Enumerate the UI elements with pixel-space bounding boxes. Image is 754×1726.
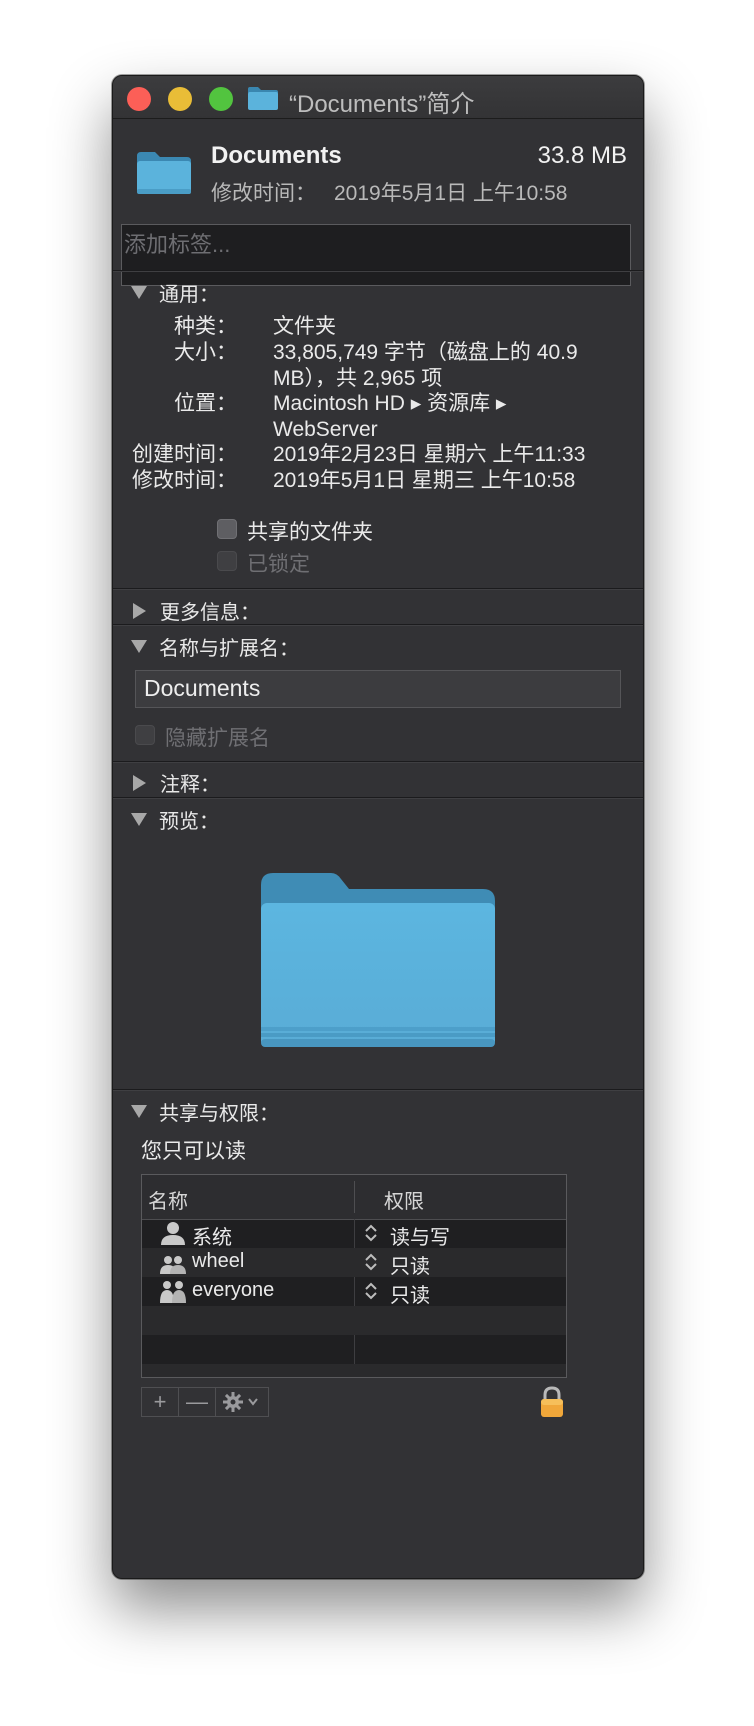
- hide-extension-checkbox: [135, 725, 155, 745]
- size-value-line1: 33,805,749 字节（磁盘上的 40.9: [273, 341, 578, 364]
- section-sharing-heading: 共享与权限：: [159, 1103, 279, 1125]
- remove-user-button[interactable]: —: [179, 1388, 216, 1416]
- modified-label: 修改时间：: [211, 182, 316, 205]
- lock-icon[interactable]: [539, 1386, 565, 1418]
- gear-icon: [223, 1392, 258, 1412]
- table-row[interactable]: wheel 只读: [142, 1248, 566, 1279]
- user-name: wheel: [192, 1250, 245, 1272]
- column-header-privilege[interactable]: 权限: [384, 1185, 424, 1214]
- modified-label: 修改时间：: [132, 469, 237, 492]
- privilege-value[interactable]: 只读: [390, 1279, 430, 1308]
- section-more-info-toggle[interactable]: 更多信息：: [131, 596, 260, 625]
- kind-value: 文件夹: [273, 315, 336, 338]
- modified-value: 2019年5月1日 星期三 上午10:58: [273, 469, 576, 492]
- section-preview-toggle[interactable]: 预览：: [131, 805, 219, 834]
- divider: [113, 270, 643, 271]
- group-icon: [160, 1256, 186, 1274]
- section-comments-toggle[interactable]: 注释：: [131, 768, 220, 797]
- info-window: “Documents”简介 Documents 33.8 MB 修改时间： 201…: [112, 75, 644, 1579]
- updown-chevron-icon[interactable]: [364, 1252, 378, 1272]
- section-preview-heading: 预览：: [159, 811, 219, 833]
- section-name-ext-toggle[interactable]: 名称与扩展名：: [131, 632, 299, 661]
- disclosure-down-icon[interactable]: [131, 286, 147, 299]
- section-general-toggle[interactable]: 通用：: [131, 278, 219, 307]
- shared-folder-label: 共享的文件夹: [247, 521, 373, 544]
- divider: [113, 761, 643, 762]
- column-header-name[interactable]: 名称: [148, 1185, 188, 1214]
- size-label: 大小：: [174, 341, 237, 364]
- table-row[interactable]: everyone 只读: [142, 1277, 566, 1308]
- where-label: 位置：: [174, 392, 237, 415]
- updown-chevron-icon[interactable]: [364, 1281, 378, 1301]
- user-name: everyone: [192, 1279, 275, 1301]
- file-size: 33.8 MB: [537, 142, 627, 169]
- add-user-button[interactable]: +: [142, 1388, 179, 1416]
- privilege-value[interactable]: 只读: [390, 1250, 430, 1279]
- created-value: 2019年2月23日 星期六 上午11:33: [273, 443, 586, 466]
- disclosure-right-icon[interactable]: [133, 774, 146, 791]
- table-row-empty: [142, 1335, 566, 1364]
- table-row[interactable]: 系统 读与写: [142, 1219, 566, 1250]
- permissions-toolbar: + —: [141, 1387, 269, 1417]
- locked-checkbox: [217, 551, 237, 571]
- title-bar[interactable]: “Documents”简介: [113, 76, 643, 119]
- locked-label: 已锁定: [247, 553, 310, 576]
- folder-preview-icon: [261, 873, 495, 1047]
- divider: [113, 588, 643, 589]
- folder-icon: [248, 87, 278, 110]
- file-name: Documents: [211, 142, 342, 169]
- disclosure-right-icon[interactable]: [133, 602, 146, 619]
- section-more-info-heading: 更多信息：: [160, 602, 260, 624]
- divider: [113, 1089, 643, 1090]
- divider: [113, 797, 643, 798]
- everyone-icon: [160, 1281, 186, 1303]
- action-menu-button[interactable]: [216, 1388, 268, 1416]
- privilege-value[interactable]: 读与写: [390, 1221, 450, 1250]
- zoom-button[interactable]: [209, 87, 233, 111]
- where-value-line1: Macintosh HD ▸ 资源库 ▸: [273, 392, 507, 415]
- kind-label: 种类：: [174, 315, 237, 338]
- user-name: 系统: [192, 1227, 232, 1249]
- folder-icon: [137, 152, 191, 194]
- disclosure-down-icon[interactable]: [131, 640, 147, 653]
- tags-input[interactable]: 添加标签...: [121, 224, 631, 286]
- table-row-empty: [142, 1306, 566, 1335]
- size-value-line2: MB），共 2,965 项: [273, 367, 443, 390]
- table-row-empty: [142, 1364, 566, 1377]
- permission-note: 您只可以读: [141, 1140, 246, 1163]
- shared-folder-checkbox[interactable]: [217, 519, 237, 539]
- divider: [113, 624, 643, 625]
- disclosure-down-icon[interactable]: [131, 813, 147, 826]
- window-title: “Documents”简介: [289, 91, 475, 118]
- updown-chevron-icon[interactable]: [364, 1223, 378, 1243]
- hide-extension-label: 隐藏扩展名: [165, 727, 270, 750]
- section-general-heading: 通用：: [159, 284, 219, 306]
- modified-line: 修改时间： 2019年5月1日 上午10:58: [211, 177, 567, 207]
- created-label: 创建时间：: [132, 443, 237, 466]
- where-value-line2: WebServer: [273, 418, 378, 441]
- modified-value: 2019年5月1日 上午10:58: [334, 182, 568, 205]
- name-field[interactable]: Documents: [135, 670, 621, 708]
- section-comments-heading: 注释：: [160, 774, 220, 796]
- permissions-table[interactable]: 名称 权限 系统 读与写 wheel 只读 everyone 只读: [141, 1174, 567, 1378]
- close-button[interactable]: [127, 87, 151, 111]
- section-name-ext-heading: 名称与扩展名：: [159, 638, 299, 660]
- section-sharing-toggle[interactable]: 共享与权限：: [131, 1097, 279, 1126]
- table-header: 名称 权限: [142, 1175, 566, 1220]
- column-divider: [354, 1181, 355, 1213]
- minimize-button[interactable]: [168, 87, 192, 111]
- disclosure-down-icon[interactable]: [131, 1105, 147, 1118]
- single-user-icon: [161, 1222, 185, 1245]
